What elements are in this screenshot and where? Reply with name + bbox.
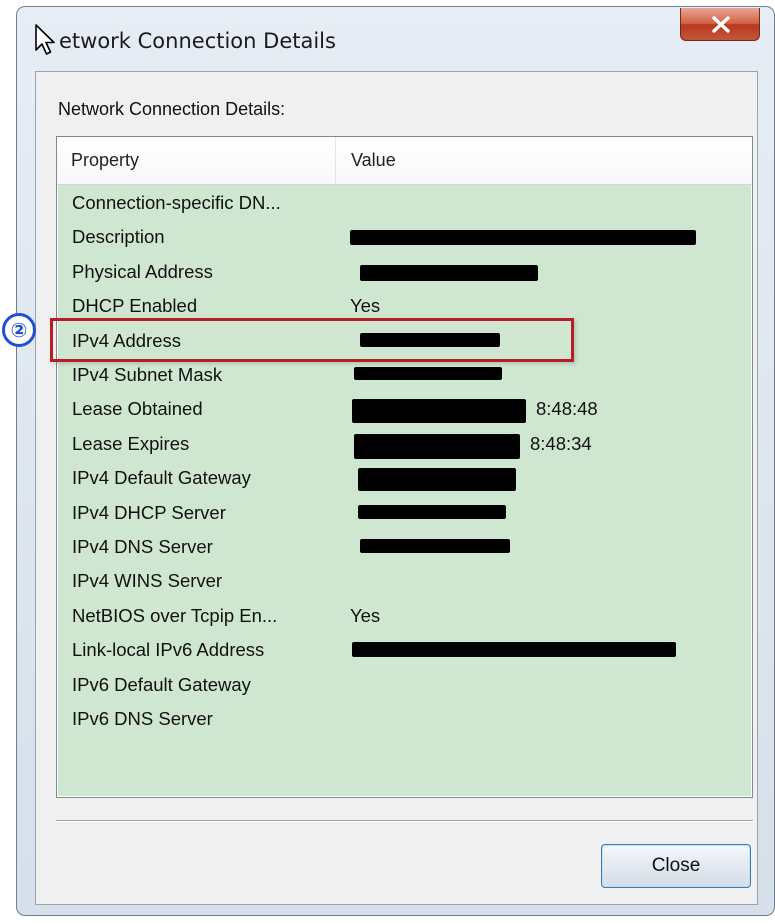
value-cell: Yes [350, 604, 381, 626]
value-cell: Yes [350, 295, 381, 317]
property-cell: IPv6 Default Gateway [72, 673, 251, 695]
table-row-ipv4-default-gateway[interactable]: IPv4 Default Gateway [58, 462, 751, 496]
table-row-description[interactable]: Description [58, 221, 751, 255]
listview-body: Connection-specific DN... Description Phys… [58, 185, 751, 796]
table-row-netbios-over-tcpip-en[interactable]: NetBIOS over Tcpip En... Yes [58, 600, 751, 634]
redacted-value [352, 399, 526, 424]
property-cell: IPv6 DNS Server [72, 708, 213, 729]
window-close-button[interactable] [680, 8, 760, 41]
table-row-link-local-ipv6-address[interactable]: Link-local IPv6 Address [58, 634, 751, 668]
dialog-window: etwork Connection Details Network Connec… [16, 6, 775, 916]
property-cell: DHCP Enabled [72, 295, 198, 317]
table-row-physical-address[interactable]: Physical Address [58, 256, 751, 290]
title-bar[interactable]: etwork Connection Details [17, 7, 774, 73]
redacted-value [360, 264, 538, 281]
dialog-client-area: Network Connection Details: Property Val… [35, 71, 758, 905]
window-title: etwork Connection Details [59, 29, 336, 53]
table-row-lease-expires[interactable]: Lease Expires 8:48:34 [58, 428, 751, 462]
close-icon [712, 16, 730, 33]
column-header-value[interactable]: Value [337, 137, 637, 184]
table-row-ipv6-default-gateway[interactable]: IPv6 Default Gateway [58, 669, 751, 703]
redacted-value [354, 433, 520, 459]
redacted-value [352, 642, 676, 658]
value-cell: 8:48:34 [530, 432, 592, 454]
annotation-highlight-ipv4 [50, 318, 574, 362]
close-button[interactable]: Close [601, 844, 751, 888]
property-cell: NetBIOS over Tcpip En... [72, 604, 278, 626]
column-header-property[interactable]: Property [57, 137, 336, 184]
value-cell: 8:48:48 [536, 398, 598, 420]
table-row-ipv4-wins-server[interactable]: IPv4 WINS Server [58, 565, 751, 599]
table-row-ipv6-dns-server[interactable]: IPv6 DNS Server [58, 703, 751, 737]
details-group-label: Network Connection Details: [58, 99, 286, 119]
table-row-lease-obtained[interactable]: Lease Obtained 8:48:48 [58, 393, 751, 427]
redacted-value [358, 468, 516, 492]
details-listview[interactable]: Property Value Connection-specific DN...… [56, 136, 753, 798]
mouse-cursor-icon [35, 24, 55, 55]
redacted-value [360, 539, 510, 553]
property-cell: IPv4 DNS Server [72, 536, 213, 557]
step-marker: ② [2, 313, 36, 347]
table-row-connection-specific-dn[interactable]: Connection-specific DN... [58, 187, 751, 221]
property-cell: Description [72, 226, 165, 248]
property-cell: IPv4 Default Gateway [72, 467, 251, 489]
property-cell: Link-local IPv6 Address [72, 639, 265, 661]
property-cell: Physical Address [72, 260, 213, 282]
table-row-ipv4-dns-server[interactable]: IPv4 DNS Server [58, 531, 751, 565]
redacted-value [350, 230, 696, 246]
property-cell: IPv4 DHCP Server [72, 501, 226, 523]
table-row-ipv4-subnet-mask[interactable]: IPv4 Subnet Mask [58, 359, 751, 393]
footer-separator [56, 820, 753, 822]
property-cell: Connection-specific DN... [72, 192, 281, 213]
redacted-value [358, 504, 506, 519]
property-cell: IPv4 Subnet Mask [72, 364, 223, 385]
property-cell: Lease Obtained [72, 398, 203, 420]
redacted-value [354, 367, 502, 380]
listview-header: Property Value [57, 137, 752, 185]
table-row-ipv4-dhcp-server[interactable]: IPv4 DHCP Server [58, 497, 751, 531]
property-cell: IPv4 WINS Server [72, 570, 223, 592]
property-cell: Lease Expires [72, 432, 190, 454]
